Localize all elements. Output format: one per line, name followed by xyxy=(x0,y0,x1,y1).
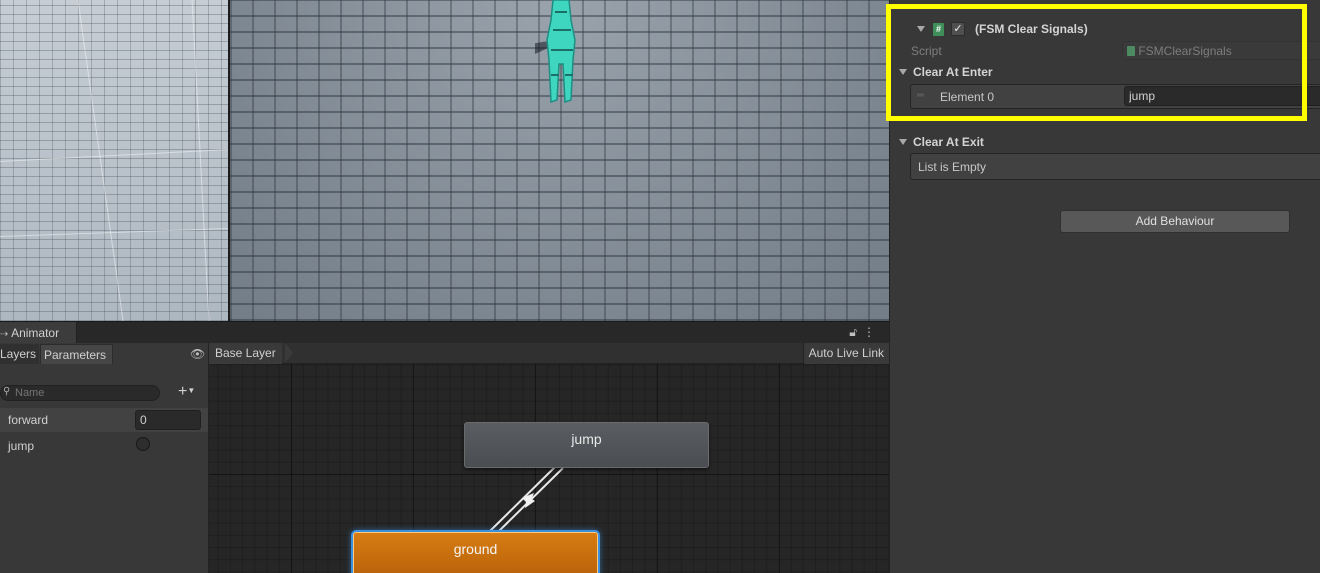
clear-at-exit-foldout-icon[interactable] xyxy=(899,139,907,145)
transition-ground-to-jump xyxy=(489,466,556,532)
state-machine-graph[interactable]: Base Layer Auto Live Link jump ground xyxy=(209,343,889,573)
parameter-value-field[interactable]: 0 xyxy=(135,410,201,430)
clear-at-enter-list: ═ Element 0 xyxy=(910,84,1320,109)
scene-viewport-left[interactable] xyxy=(0,0,228,321)
clear-at-exit-label: Clear At Exit xyxy=(913,135,984,149)
script-icon: # xyxy=(933,22,944,36)
drag-handle-icon[interactable]: ═ xyxy=(917,90,924,101)
graph-header: Base Layer Auto Live Link xyxy=(209,343,889,364)
script-field: FSMClearSignals xyxy=(1122,41,1320,60)
tab-parameters-label: Parameters xyxy=(44,348,107,362)
animator-icon: ⇢ xyxy=(0,329,9,340)
parameter-search-input[interactable] xyxy=(15,386,155,400)
eye-icon[interactable]: 👁︎ xyxy=(190,347,205,361)
dropdown-arrow-icon: ▼ xyxy=(187,386,196,395)
component-enabled-checkbox[interactable]: ✓ xyxy=(951,22,965,36)
clear-at-exit-header[interactable]: Clear At Exit xyxy=(890,133,1320,151)
animator-window: ⇢ Animator 🔓︎⋮ Layers Parameters 👁︎ ⚲ +▼… xyxy=(0,321,889,573)
component-title: (FSM Clear Signals) xyxy=(975,22,1088,36)
script-value: FSMClearSignals xyxy=(1138,44,1232,58)
animator-tab-label: Animator xyxy=(11,326,60,340)
breadcrumb-arrow xyxy=(285,343,293,363)
list-element-label: Element 0 xyxy=(940,90,995,104)
auto-live-link-button[interactable]: Auto Live Link xyxy=(802,343,889,364)
clear-at-enter-label: Clear At Enter xyxy=(913,65,993,79)
scene-view[interactable] xyxy=(0,0,889,321)
character-model xyxy=(535,0,576,104)
more-menu-icon[interactable]: ⋮ xyxy=(863,325,881,339)
clear-at-exit-list: List is Empty xyxy=(910,153,1320,180)
parameters-panel: Layers Parameters 👁︎ ⚲ +▼ forward 0 jump xyxy=(0,343,209,573)
search-icon: ⚲ xyxy=(3,386,11,397)
animator-tabbar: ⇢ Animator 🔓︎⋮ xyxy=(0,322,889,343)
add-behaviour-button[interactable]: Add Behaviour xyxy=(1060,210,1290,233)
lock-icon[interactable]: 🔓︎ xyxy=(849,325,863,339)
inspector-panel: # ✓ (FSM Clear Signals) Script FSMClearS… xyxy=(889,0,1320,573)
parameter-row-jump[interactable]: jump xyxy=(0,434,208,458)
component-foldout-icon[interactable] xyxy=(917,26,925,32)
tab-parameters[interactable]: Parameters xyxy=(40,344,113,364)
animator-tab[interactable]: ⇢ Animator xyxy=(0,322,77,343)
breadcrumb[interactable]: Base Layer xyxy=(209,343,282,364)
component-header[interactable]: # ✓ (FSM Clear Signals) xyxy=(890,20,1320,38)
list-empty-text: List is Empty xyxy=(918,160,987,174)
list-element-input[interactable] xyxy=(1124,86,1320,106)
parameter-row-forward[interactable]: forward 0 xyxy=(0,408,208,432)
tab-layers-label: Layers xyxy=(0,347,37,361)
parameter-name: forward xyxy=(8,413,49,427)
tab-controls: 🔓︎⋮ xyxy=(849,325,881,340)
parameter-search[interactable]: ⚲ xyxy=(0,385,160,401)
script-file-icon xyxy=(1127,46,1135,56)
add-parameter-button[interactable]: +▼ xyxy=(178,383,195,400)
trigger-toggle[interactable] xyxy=(136,437,150,451)
clear-at-enter-header[interactable]: Clear At Enter xyxy=(890,63,1320,81)
tab-layers[interactable]: Layers xyxy=(0,344,39,364)
state-node-ground[interactable]: ground xyxy=(353,532,598,573)
script-label: Script xyxy=(911,44,942,58)
state-node-jump[interactable]: jump xyxy=(464,422,709,468)
parameter-name: jump xyxy=(8,439,35,453)
clear-at-enter-foldout-icon[interactable] xyxy=(899,69,907,75)
